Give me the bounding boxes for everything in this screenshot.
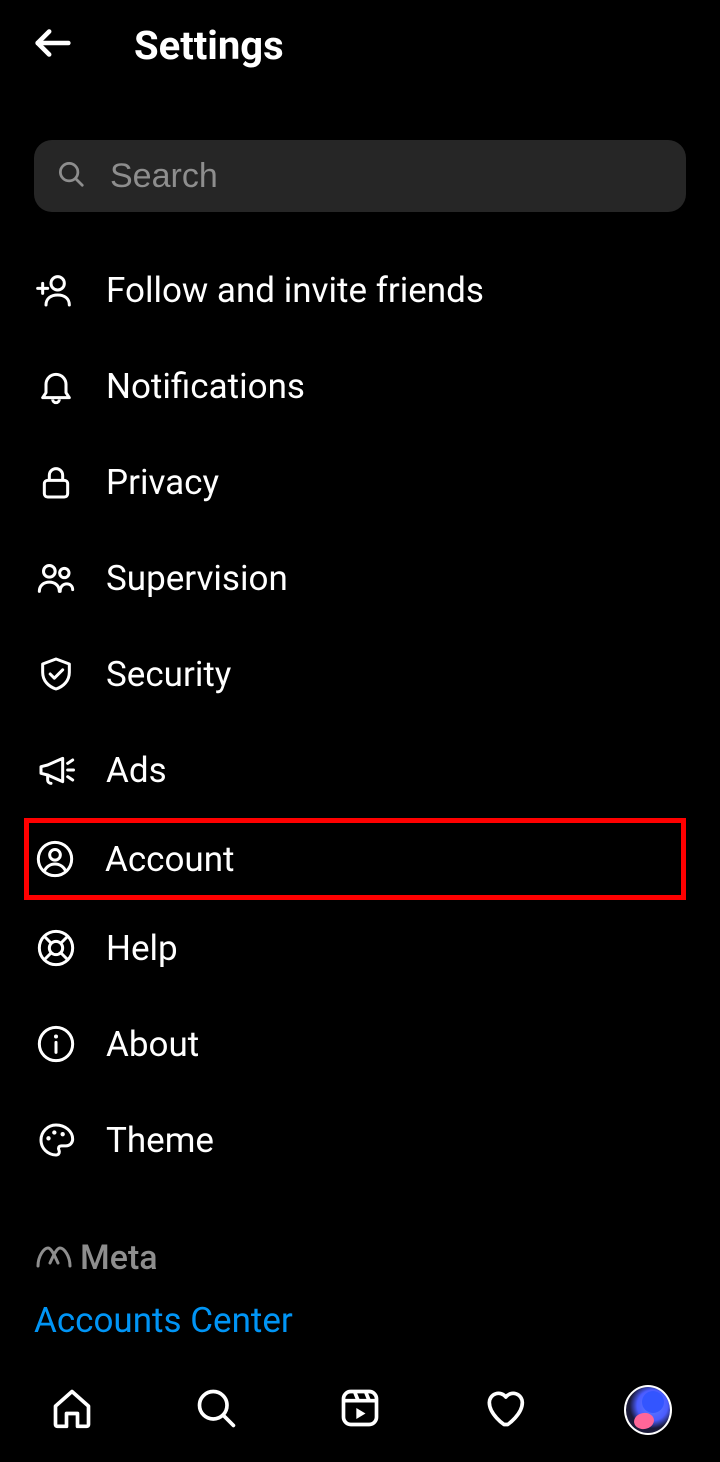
- home-icon: [50, 1386, 94, 1434]
- heart-icon: [482, 1386, 526, 1434]
- menu-item-about[interactable]: About: [34, 996, 686, 1092]
- reels-icon: [338, 1386, 382, 1434]
- menu-item-label: Follow and invite friends: [106, 270, 484, 311]
- meta-logo: Meta: [34, 1238, 686, 1278]
- shield-check-icon: [34, 652, 78, 696]
- back-arrow-icon[interactable]: [30, 20, 76, 70]
- nav-reels[interactable]: [336, 1386, 384, 1434]
- account-circle-icon: [33, 837, 77, 881]
- nav-activity[interactable]: [480, 1386, 528, 1434]
- menu-item-label: Help: [106, 928, 178, 969]
- meta-label: Meta: [80, 1238, 158, 1278]
- menu-item-label: Security: [106, 654, 231, 695]
- nav-home[interactable]: [48, 1386, 96, 1434]
- menu-item-label: Notifications: [106, 366, 305, 407]
- settings-menu: Follow and invite friends Notifications …: [0, 242, 720, 1188]
- palette-icon: [34, 1118, 78, 1162]
- search-icon: [56, 159, 86, 193]
- menu-item-follow-invite[interactable]: Follow and invite friends: [34, 242, 686, 338]
- person-add-icon: [34, 268, 78, 312]
- nav-search[interactable]: [192, 1386, 240, 1434]
- bell-icon: [34, 364, 78, 408]
- menu-item-notifications[interactable]: Notifications: [34, 338, 686, 434]
- accounts-center-link[interactable]: Accounts Center: [34, 1300, 686, 1341]
- menu-item-security[interactable]: Security: [34, 626, 686, 722]
- people-icon: [34, 556, 78, 600]
- page-title: Settings: [134, 22, 284, 69]
- header: Settings: [0, 0, 720, 90]
- info-icon: [34, 1022, 78, 1066]
- lifebuoy-icon: [34, 926, 78, 970]
- menu-item-label: Ads: [106, 750, 167, 791]
- menu-item-label: Privacy: [106, 462, 219, 503]
- footer-section: Meta Accounts Center: [0, 1238, 720, 1341]
- menu-item-label: Supervision: [106, 558, 288, 599]
- search-input[interactable]: [110, 157, 664, 196]
- megaphone-icon: [34, 748, 78, 792]
- menu-item-supervision[interactable]: Supervision: [34, 530, 686, 626]
- menu-item-ads[interactable]: Ads: [34, 722, 686, 818]
- lock-icon: [34, 460, 78, 504]
- menu-item-theme[interactable]: Theme: [34, 1092, 686, 1188]
- search-icon: [194, 1386, 238, 1434]
- menu-item-label: Account: [105, 839, 235, 880]
- search-bar[interactable]: [34, 140, 686, 212]
- menu-item-label: About: [106, 1024, 199, 1065]
- menu-item-privacy[interactable]: Privacy: [34, 434, 686, 530]
- menu-item-label: Theme: [106, 1120, 214, 1161]
- bottom-nav: [0, 1356, 720, 1462]
- avatar: [624, 1385, 672, 1435]
- menu-item-account[interactable]: Account: [24, 818, 686, 900]
- nav-profile[interactable]: [624, 1386, 672, 1434]
- menu-item-help[interactable]: Help: [34, 900, 686, 996]
